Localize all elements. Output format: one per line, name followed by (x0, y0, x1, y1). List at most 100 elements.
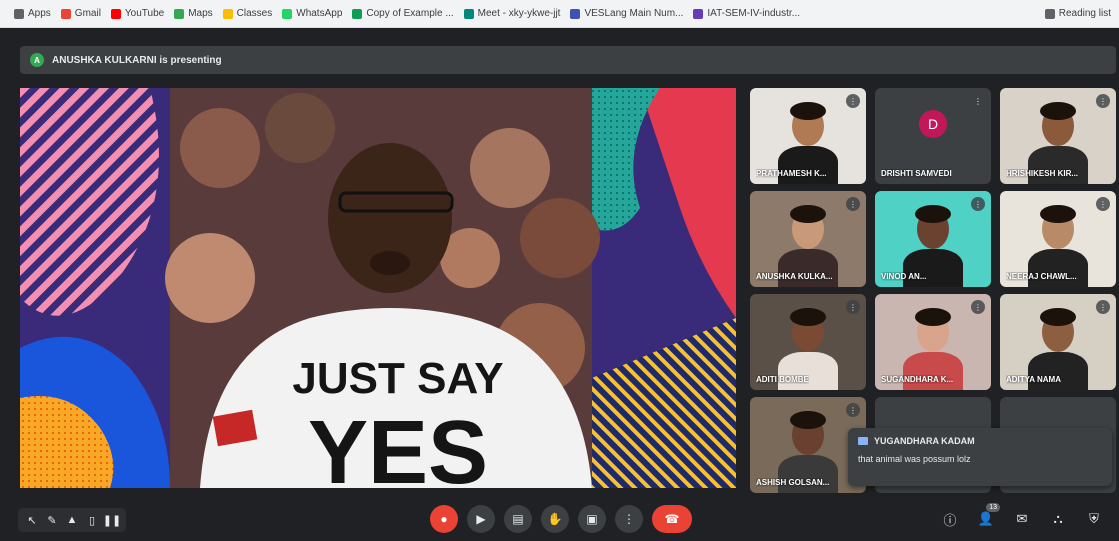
presenting-banner: A ANUSHKA KULKARNI is presenting (20, 46, 1116, 74)
bookmark-item[interactable]: Copy of Example ... (352, 8, 454, 19)
participant-hair (790, 411, 826, 429)
participant-tile[interactable]: ⋮ ADITYA NAMA (1000, 294, 1116, 390)
bookmark-favicon-icon (570, 8, 581, 19)
call-controls: ● ▶ ▤ ✋ ▣ ⋮ ☎ (430, 505, 692, 533)
participant-avatar: D (919, 110, 947, 138)
info-icon: ⓘ (943, 512, 957, 528)
highlighter-icon[interactable]: ▲ (64, 512, 80, 528)
participant-body (1028, 249, 1088, 287)
participant-hair (790, 308, 826, 326)
bookmark-favicon-icon (352, 8, 363, 19)
participant-hair (1040, 205, 1076, 223)
bookmark-favicon-icon (60, 8, 71, 19)
bookmark-label: Maps (188, 8, 213, 19)
shirt-text-1: JUST SAY (292, 354, 503, 403)
bookmark-item[interactable]: YouTube (110, 8, 165, 19)
participant-hair (915, 308, 951, 326)
bookmark-item[interactable]: Maps (174, 8, 213, 19)
participant-hair (915, 205, 951, 223)
meeting-details-button[interactable]: ⓘ (939, 505, 961, 533)
participant-name: ADITYA NAMA (1006, 375, 1061, 384)
people-icon: 👤 (977, 511, 995, 526)
shirt-text-2: YES (308, 403, 488, 488)
mic-muted-icon: ⋮ (846, 403, 860, 417)
presenter-avatar: A (30, 53, 44, 67)
end-call-button[interactable]: ☎ (652, 505, 692, 533)
control-bar: ↖ ✎ ▲ ▯ ❚❚ ● ▶ ▤ ✋ ▣ ⋮ ☎ ⓘ 👤 13 ✉ ⛬ ⛨ (0, 498, 1119, 541)
bookmark-favicon-icon (110, 8, 121, 19)
participant-tile[interactable]: ⋮ SUGANDHARA K... (875, 294, 991, 390)
bookmark-item[interactable]: IAT-SEM-IV-industr... (693, 8, 800, 19)
bookmark-item[interactable]: Classes (222, 8, 273, 19)
more-options-button[interactable]: ⋮ (615, 505, 643, 533)
host-controls-button[interactable]: ⛨ (1083, 505, 1105, 533)
camera-icon: ▶ (476, 512, 486, 526)
side-controls: ⓘ 👤 13 ✉ ⛬ ⛨ (939, 503, 1105, 533)
camera-button[interactable]: ▶ (467, 505, 495, 533)
pointer-icon[interactable]: ↖ (24, 512, 40, 528)
chat-button[interactable]: ✉ (1011, 505, 1033, 533)
eraser-icon[interactable]: ▯ (84, 512, 100, 528)
chat-message: that animal was possum lolz (858, 454, 971, 464)
present-button[interactable]: ▣ (578, 505, 606, 533)
mic-button[interactable]: ● (430, 505, 458, 533)
bookmark-item[interactable]: VESLang Main Num... (570, 8, 683, 19)
bookmark-favicon-icon (282, 8, 293, 19)
participant-hair (790, 205, 826, 223)
chat-bubble-icon: ✉ (1016, 511, 1028, 526)
bookmark-item[interactable]: Meet - xky-ykwe-jjt (463, 8, 560, 19)
participant-name: ANUSHKA KULKA... (756, 272, 833, 281)
participant-tile[interactable]: D ⋮ DRISHTI SAMVEDI (875, 88, 991, 184)
present-icon: ▣ (586, 512, 598, 526)
participant-hair (790, 102, 826, 120)
participant-tile[interactable]: ⋮ HRISHIKESH KIR... (1000, 88, 1116, 184)
bookmark-label: IAT-SEM-IV-industr... (707, 8, 801, 19)
people-button[interactable]: 👤 13 (975, 503, 1000, 533)
bookmark-favicon-icon (174, 8, 185, 19)
participant-name: PRATHAMESH K... (756, 169, 827, 178)
captions-button[interactable]: ▤ (504, 505, 532, 533)
bookmark-favicon-icon (693, 8, 704, 19)
participant-tile[interactable]: ⋮ NEERAJ CHAWL... (1000, 191, 1116, 287)
participant-hair (1040, 102, 1076, 120)
bookmark-label: Gmail (74, 8, 101, 19)
participant-name: ADITI BOMBE (756, 375, 809, 384)
mic-muted-icon: ⋮ (971, 300, 985, 314)
annotation-toolbar: ↖ ✎ ▲ ▯ ❚❚ (18, 508, 126, 532)
participant-name: NEERAJ CHAWL... (1006, 272, 1077, 281)
shield-icon: ⛨ (1089, 511, 1099, 526)
mic-muted-icon: ⋮ (971, 94, 985, 108)
activities-button[interactable]: ⛬ (1047, 505, 1069, 533)
bookmark-item[interactable]: WhatsApp (282, 8, 342, 19)
participant-name: ASHISH GOLSAN... (756, 478, 830, 487)
participant-tile[interactable]: ⋮ PRATHAMESH K... (750, 88, 866, 184)
bookmark-label: YouTube (124, 8, 165, 19)
bookmark-favicon-icon (222, 8, 233, 19)
mic-muted-icon: ⋮ (1096, 94, 1110, 108)
participant-body (903, 352, 963, 390)
chat-notification[interactable]: YUGANDHARA KADAM that animal was possum … (848, 428, 1112, 486)
participant-tile[interactable]: ⋮ ANUSHKA KULKA... (750, 191, 866, 287)
participant-tile[interactable]: ⋮ ADITI BOMBE (750, 294, 866, 390)
pause-icon[interactable]: ❚❚ (103, 512, 121, 528)
meet-window: A ANUSHKA KULKARNI is presenting JUST SA… (0, 28, 1119, 541)
reading-list-icon (1044, 8, 1055, 19)
participant-tile[interactable]: ⋮ VINOD AN... (875, 191, 991, 287)
pen-icon[interactable]: ✎ (44, 512, 60, 528)
hand-icon: ✋ (547, 512, 563, 526)
hang-up-icon: ☎ (664, 512, 680, 526)
reading-list[interactable]: Reading list (1044, 8, 1111, 19)
presenting-text: ANUSHKA KULKARNI is presenting (52, 54, 222, 66)
presentation-graphic: JUST SAY YES (20, 88, 736, 488)
participant-body (778, 455, 838, 493)
mic-off-icon: ● (440, 512, 448, 526)
bookmark-item[interactable]: Apps (14, 8, 51, 19)
mic-muted-icon: ⋮ (846, 94, 860, 108)
participant-name: HRISHIKESH KIR... (1006, 169, 1079, 178)
mic-muted-icon: ⋮ (1096, 300, 1110, 314)
bookmark-label: Apps (28, 8, 51, 19)
reading-list-label: Reading list (1058, 8, 1111, 19)
bookmark-item[interactable]: Gmail (60, 8, 101, 19)
raise-hand-button[interactable]: ✋ (541, 505, 569, 533)
bookmark-label: Classes (236, 8, 273, 19)
